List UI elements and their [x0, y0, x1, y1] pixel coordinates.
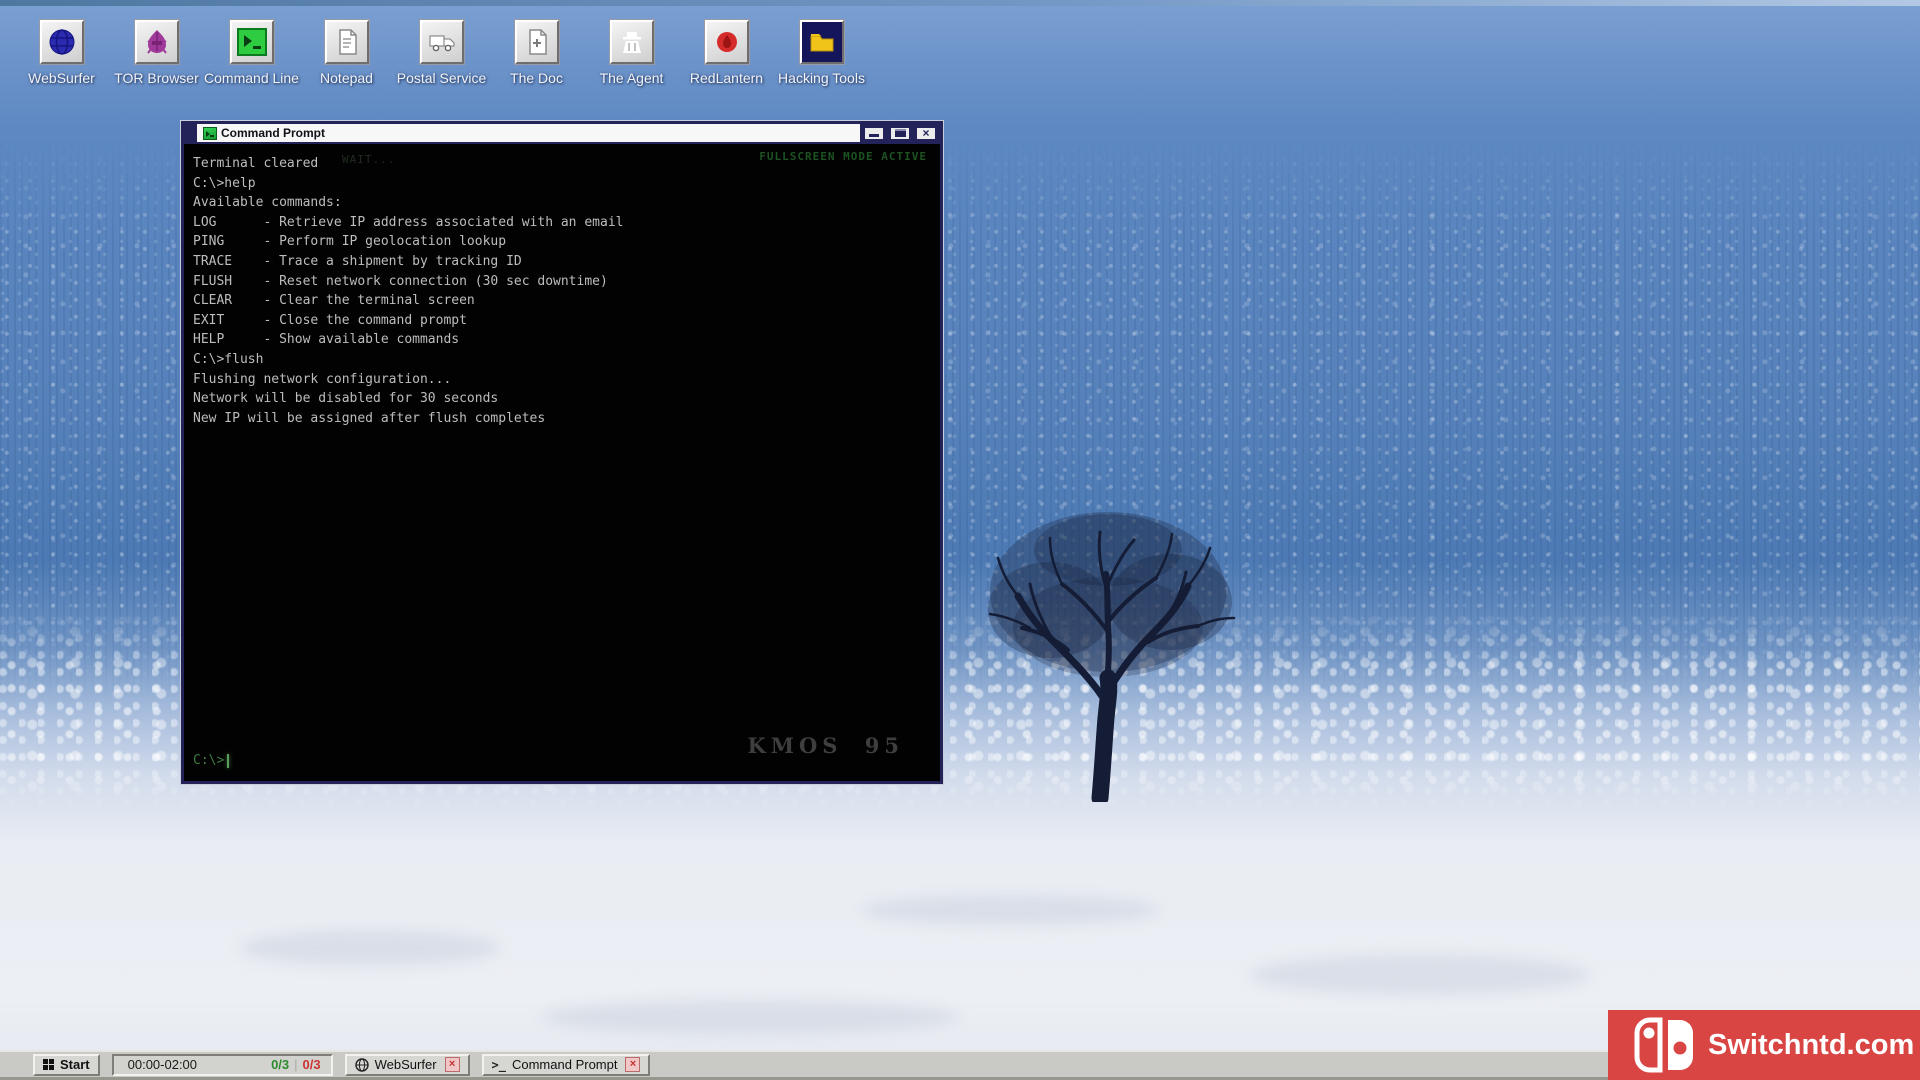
- document-icon: [522, 27, 552, 57]
- icon-label: Command Line: [204, 70, 299, 86]
- desktop-icon-the-agent[interactable]: The Agent: [584, 20, 679, 86]
- task-command-prompt[interactable]: >_ Command Prompt ×: [482, 1054, 651, 1076]
- snow-track: [860, 895, 1160, 925]
- terminal-line: PING - Perform IP geolocation lookup: [193, 232, 940, 252]
- truck-icon: [427, 27, 457, 57]
- icon-label: TOR Browser: [114, 70, 199, 86]
- desktop-icon-postal-service[interactable]: Postal Service: [394, 20, 489, 86]
- timer-panel: 00:00-02:00 0/3 | 0/3: [112, 1054, 333, 1076]
- start-label: Start: [60, 1057, 90, 1072]
- desktop-icon-redlantern[interactable]: RedLantern: [679, 20, 774, 86]
- terminal-line: FLUSH - Reset network connection (30 sec…: [193, 272, 940, 292]
- counter-fail: 0/3: [303, 1057, 321, 1072]
- command-prompt-window: Command Prompt × WAIT... FULLSCREEN MODE…: [181, 121, 943, 784]
- window-title: Command Prompt: [221, 126, 325, 140]
- agent-icon: [617, 27, 647, 57]
- notepad-icon: [332, 27, 362, 57]
- icon-label: RedLantern: [690, 70, 763, 86]
- terminal-line: Available commands:: [193, 193, 940, 213]
- titlebar-corner-block: [184, 124, 197, 142]
- watermark-text: Switchntd.com: [1708, 1029, 1914, 1062]
- start-button[interactable]: Start: [33, 1054, 100, 1076]
- terminal-line: Network will be disabled for 30 seconds: [193, 389, 940, 409]
- desktop-icon-notepad[interactable]: Notepad: [299, 20, 394, 86]
- terminal-output: Terminal cleared C:\>help Available comm…: [184, 144, 940, 428]
- counter-separator: |: [294, 1057, 297, 1072]
- maximize-icon: [895, 129, 906, 137]
- close-button[interactable]: ×: [915, 126, 937, 141]
- desktop-icon-command-line[interactable]: Command Line: [204, 20, 299, 86]
- terminal-line: CLEAR - Clear the terminal screen: [193, 291, 940, 311]
- snow-track: [1250, 955, 1590, 995]
- icon-label: Postal Service: [397, 70, 486, 86]
- desktop-icon-websurfer[interactable]: WebSurfer: [14, 20, 109, 86]
- globe-icon: [47, 27, 77, 57]
- task-label: WebSurfer: [375, 1057, 437, 1072]
- os-watermark: KMOS 95: [748, 733, 905, 758]
- window-controls: ×: [860, 124, 940, 142]
- wallpaper-haze: [0, 0, 1920, 6]
- desktop-icon-hacking-tools[interactable]: Hacking Tools: [774, 20, 869, 86]
- desktop-icon-row: WebSurfer TOR Browser Command Line Notep…: [14, 20, 869, 86]
- snow-track: [240, 930, 500, 966]
- terminal-line: HELP - Show available commands: [193, 330, 940, 350]
- terminal-screen[interactable]: WAIT... FULLSCREEN MODE ACTIVE Terminal …: [184, 144, 940, 780]
- task-websurfer[interactable]: WebSurfer ×: [345, 1054, 470, 1076]
- lantern-icon: [712, 27, 742, 57]
- task-close-button[interactable]: ×: [445, 1057, 460, 1072]
- ghost-text: WAIT...: [342, 153, 395, 166]
- minimize-button[interactable]: [863, 126, 885, 141]
- timer-range: 00:00-02:00: [128, 1057, 197, 1072]
- window-titlebar[interactable]: Command Prompt ×: [184, 124, 940, 144]
- onion-icon: [142, 27, 172, 57]
- maximize-button[interactable]: [889, 126, 911, 141]
- windows-logo-icon: [43, 1059, 54, 1070]
- terminal-icon: >_: [492, 1058, 506, 1072]
- terminal-line: LOG - Retrieve IP address associated wit…: [193, 213, 940, 233]
- terminal-line: TRACE - Trace a shipment by tracking ID: [193, 252, 940, 272]
- icon-label: The Doc: [510, 70, 563, 86]
- terminal-line: C:\>flush: [193, 350, 940, 370]
- terminal-input[interactable]: C:\>: [193, 753, 229, 768]
- folder-icon: [807, 27, 837, 57]
- terminal-line: New IP will be assigned after flush comp…: [193, 409, 940, 429]
- terminal-icon: [237, 27, 267, 57]
- tree-silhouette: [958, 492, 1258, 802]
- text-cursor: [227, 754, 229, 768]
- fullscreen-mode-notice: FULLSCREEN MODE ACTIVE: [759, 150, 927, 163]
- site-watermark-banner: Switchntd.com: [1608, 1010, 1920, 1080]
- globe-icon: [355, 1058, 369, 1072]
- terminal-line: EXIT - Close the command prompt: [193, 311, 940, 331]
- terminal-icon: [203, 127, 217, 140]
- snow-track: [540, 1000, 960, 1034]
- desktop-icon-tor-browser[interactable]: TOR Browser: [109, 20, 204, 86]
- task-label: Command Prompt: [512, 1057, 617, 1072]
- terminal-line: C:\>help: [193, 174, 940, 194]
- counter-success: 0/3: [271, 1057, 289, 1072]
- close-icon: ×: [922, 127, 929, 139]
- icon-label: The Agent: [600, 70, 664, 86]
- switch-logo-icon: [1634, 1017, 1696, 1073]
- icon-label: Hacking Tools: [778, 70, 865, 86]
- icon-label: Notepad: [320, 70, 373, 86]
- desktop-icon-the-doc[interactable]: The Doc: [489, 20, 584, 86]
- task-close-button[interactable]: ×: [625, 1057, 640, 1072]
- prompt-label: C:\>: [193, 753, 224, 768]
- minimize-icon: [869, 134, 879, 137]
- icon-label: WebSurfer: [28, 70, 95, 86]
- terminal-line: Flushing network configuration...: [193, 370, 940, 390]
